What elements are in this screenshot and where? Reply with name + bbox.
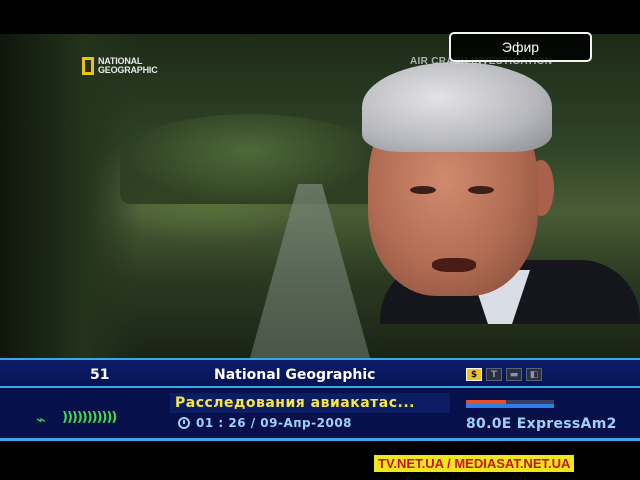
logo-text: NATIONAL GEOGRAPHIC bbox=[98, 56, 158, 75]
banner-bottom-line bbox=[0, 438, 640, 441]
teletext-icon: T bbox=[486, 368, 502, 381]
presenter-mouth bbox=[432, 258, 476, 272]
time-text: 01 : 26 / 09-Апр-2008 bbox=[196, 416, 353, 430]
background-trees bbox=[0, 34, 140, 358]
channel-logo: NATIONAL GEOGRAPHIC bbox=[82, 57, 158, 75]
presenter-eye-right bbox=[468, 186, 494, 194]
program-title: Расследования авиакатас... bbox=[175, 395, 415, 411]
money-icon: $ bbox=[466, 368, 482, 381]
lock-icon: ◧ bbox=[526, 368, 542, 381]
service-badges: $ T ▬ ◧ bbox=[466, 368, 542, 381]
watermark: TV.NET.UA / MEDIASAT.NET.UA bbox=[374, 455, 575, 472]
signal-strength-fill bbox=[466, 404, 554, 408]
presenter-hair bbox=[362, 62, 552, 152]
channel-number: 51 bbox=[90, 367, 110, 383]
program-row: Расследования авиакатас... 01 : 26 / 09-… bbox=[0, 388, 640, 438]
background-hedge bbox=[120, 114, 380, 204]
yellow-frame-icon bbox=[82, 57, 94, 75]
presenter-eye-left bbox=[410, 186, 436, 194]
time-row: 01 : 26 / 09-Апр-2008 bbox=[178, 416, 352, 430]
clock-icon bbox=[178, 417, 190, 429]
channel-name: National Geographic bbox=[214, 367, 376, 383]
background-path bbox=[250, 184, 370, 358]
live-button[interactable]: Эфир bbox=[449, 32, 592, 62]
top-black-bar bbox=[0, 0, 640, 34]
info-banner: 51 National Geographic $ T ▬ ◧ Расследов… bbox=[0, 358, 640, 438]
signal-bar bbox=[466, 400, 554, 408]
subtitle-icon: ▬ bbox=[506, 368, 522, 381]
signal-indicator: ))))))))))) bbox=[62, 410, 117, 425]
satellite-name: 80.0E ExpressAm2 bbox=[466, 416, 617, 432]
satellite-dish-icon: ⌁ bbox=[36, 410, 46, 429]
channel-row: 51 National Geographic $ T ▬ ◧ bbox=[0, 358, 640, 388]
